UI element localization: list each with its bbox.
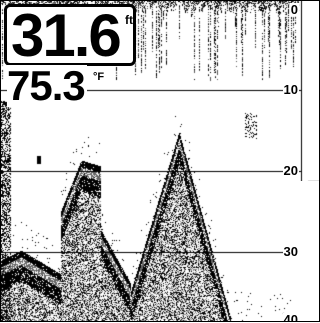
depth-tick-0: 0 — [289, 2, 299, 17]
signal-intensity-bar — [299, 181, 319, 321]
depth-readout-box: 31.6 ft — [4, 2, 136, 69]
water-temperature-value: 75.3 — [7, 62, 87, 109]
depth-value: 31.6 — [11, 2, 122, 69]
depth-tick-10: 10 — [282, 82, 299, 97]
sonar-screen: 0 10 20 30 40 31.6 ft 75.3 °F — [0, 0, 320, 322]
depth-tick-20: 20 — [282, 163, 299, 178]
water-temperature-unit: °F — [93, 71, 105, 83]
depth-tick-30: 30 — [282, 244, 299, 259]
depth-unit: ft — [125, 13, 133, 27]
depth-tick-40: 40 — [282, 313, 299, 321]
